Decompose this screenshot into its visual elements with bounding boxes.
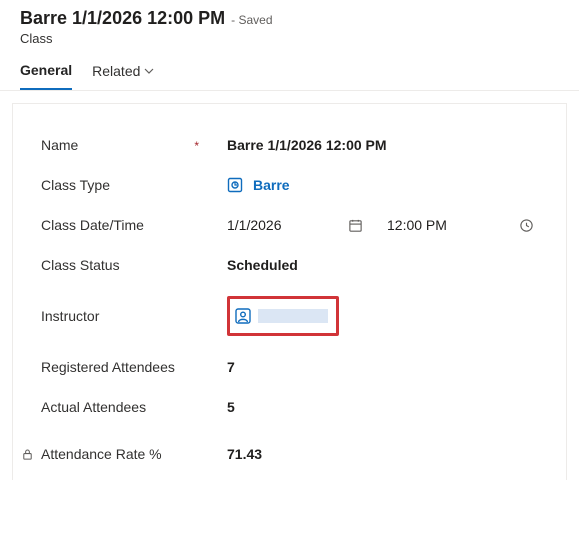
entity-icon [227,177,243,193]
label-class-datetime: Class Date/Time [41,217,144,233]
field-actual-attendees: Actual Attendees 5 [41,390,538,430]
value-name[interactable]: Barre 1/1/2026 12:00 PM [227,137,387,153]
tab-general-label: General [20,62,72,78]
value-class-type[interactable]: Barre [253,177,290,193]
record-header: Barre 1/1/2026 12:00 PM - Saved Class [0,0,579,46]
label-class-status: Class Status [41,257,120,273]
field-attendance-rate: Attendance Rate % 71.43 [41,430,538,470]
label-registered: Registered Attendees [41,359,175,375]
tab-related[interactable]: Related [92,62,154,90]
label-name: Name [41,137,78,153]
form-card: Name * Barre 1/1/2026 12:00 PM Class Typ… [12,103,567,480]
field-registered-attendees: Registered Attendees 7 [41,350,538,390]
field-name: Name * Barre 1/1/2026 12:00 PM [41,128,538,168]
lock-icon [21,448,35,461]
tab-related-label: Related [92,63,140,79]
label-class-type: Class Type [41,177,110,193]
value-class-status[interactable]: Scheduled [227,257,298,273]
page-title: Barre 1/1/2026 12:00 PM [20,8,225,29]
instructor-highlight [227,296,339,336]
saved-indicator: - Saved [231,13,272,27]
form-tabs: General Related [0,46,579,91]
required-indicator: * [194,139,199,153]
label-instructor: Instructor [41,308,99,324]
value-registered[interactable]: 7 [227,359,235,375]
label-rate: Attendance Rate % [41,446,162,462]
field-class-status: Class Status Scheduled [41,248,538,288]
field-instructor: Instructor [41,288,538,350]
field-class-type: Class Type Barre [41,168,538,208]
clock-icon[interactable] [518,217,534,233]
label-actual: Actual Attendees [41,399,146,415]
value-actual[interactable]: 5 [227,399,235,415]
value-class-date[interactable]: 1/1/2026 [227,217,347,233]
tab-general[interactable]: General [20,62,72,90]
field-class-datetime: Class Date/Time 1/1/2026 12:00 PM [41,208,538,248]
chevron-down-icon [144,66,154,76]
value-rate: 71.43 [227,446,262,462]
value-instructor[interactable] [258,309,328,323]
entity-name: Class [20,31,559,46]
contact-icon [234,307,252,325]
calendar-icon[interactable] [347,217,363,233]
value-class-time[interactable]: 12:00 PM [387,217,477,233]
